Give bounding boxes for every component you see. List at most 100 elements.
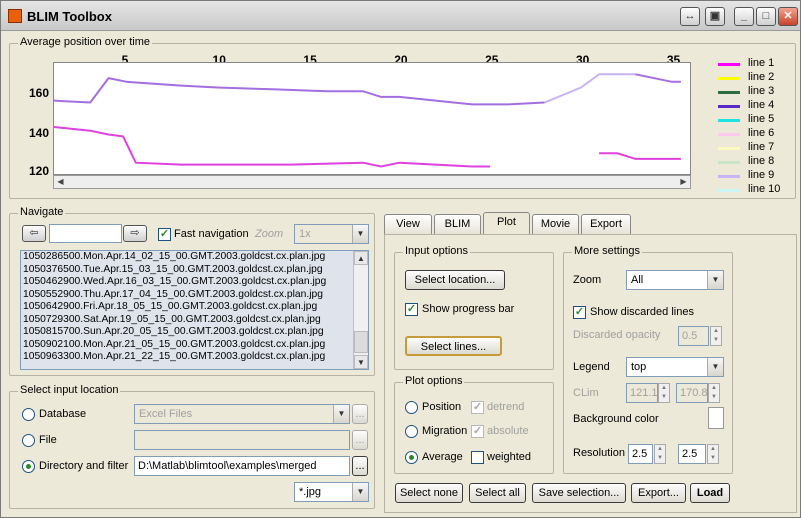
maximize-button[interactable]: □ bbox=[756, 7, 776, 26]
clim-label: CLim bbox=[573, 387, 599, 399]
detrend-checkbox[interactable]: ✓ bbox=[471, 401, 484, 414]
file-radio[interactable] bbox=[22, 434, 35, 447]
position-radio[interactable] bbox=[405, 401, 418, 414]
position-label: Position bbox=[422, 401, 462, 413]
fast-navigation-checkbox[interactable]: ✓ bbox=[158, 228, 171, 241]
plot-area[interactable] bbox=[53, 62, 691, 175]
select-location-button[interactable]: Select location... bbox=[405, 270, 505, 290]
tab-blim[interactable]: BLIM bbox=[434, 214, 481, 235]
tab-movie[interactable]: Movie bbox=[532, 214, 579, 235]
navigate-position-field[interactable] bbox=[49, 224, 122, 243]
scroll-thumb[interactable] bbox=[354, 331, 368, 353]
export-button[interactable]: Export... bbox=[631, 483, 686, 503]
resolution-b-spinner[interactable]: ▲ ▼ bbox=[707, 444, 719, 464]
legend-label: line 2 bbox=[748, 71, 775, 83]
zoom-setting-select[interactable]: All ▼ bbox=[626, 270, 724, 290]
filter-select[interactable]: *.jpg ▼ bbox=[294, 482, 369, 502]
zoom-label: Zoom bbox=[255, 228, 284, 240]
clim-min-field[interactable]: 121.1 bbox=[626, 383, 658, 403]
database-select[interactable]: Excel Files ▼ bbox=[134, 404, 350, 424]
legend-swatch bbox=[718, 161, 740, 164]
opacity-spinner[interactable]: ▲ ▼ bbox=[710, 326, 722, 346]
legend-item: line 10 bbox=[718, 183, 801, 197]
legend-swatch bbox=[718, 77, 740, 80]
list-item[interactable]: 1050642900.Fri.Apr.18_05_15_00.GMT.2003.… bbox=[21, 301, 368, 314]
clim-min-spinner[interactable]: ▲ ▼ bbox=[658, 383, 670, 403]
save-selection-button[interactable]: Save selection... bbox=[532, 483, 626, 503]
directory-radio[interactable] bbox=[22, 460, 35, 473]
file-list-scrollbar[interactable]: ▲ ▼ bbox=[353, 251, 368, 369]
tab-view[interactable]: View bbox=[384, 214, 432, 235]
migration-radio[interactable] bbox=[405, 425, 418, 438]
legend-label: line 1 bbox=[748, 57, 775, 69]
show-discarded-checkbox[interactable]: ✓ bbox=[573, 306, 586, 319]
list-item[interactable]: 1050286500.Mon.Apr.14_02_15_00.GMT.2003.… bbox=[21, 251, 368, 264]
dock-button[interactable]: ▣ bbox=[705, 7, 725, 26]
clim-max-field[interactable]: 170.8 bbox=[676, 383, 708, 403]
file-listbox[interactable]: 1050286500.Mon.Apr.14_02_15_00.GMT.2003.… bbox=[20, 250, 369, 370]
list-item[interactable]: 1050902100.Mon.Apr.21_05_15_00.GMT.2003.… bbox=[21, 338, 368, 351]
select-lines-button[interactable]: Select lines... bbox=[405, 336, 502, 356]
series-line bbox=[544, 73, 636, 104]
scroll-left-icon[interactable]: ◀ bbox=[54, 176, 67, 188]
list-item[interactable]: 1050462900.Wed.Apr.16_03_15_00.GMT.2003.… bbox=[21, 276, 368, 289]
database-radio[interactable] bbox=[22, 408, 35, 421]
show-progress-checkbox[interactable]: ✓ bbox=[405, 303, 418, 316]
directory-browse-button[interactable]: ... bbox=[352, 456, 368, 476]
line-chart bbox=[53, 73, 681, 168]
clim-max-spinner[interactable]: ▲ ▼ bbox=[708, 383, 720, 403]
file-label: File bbox=[39, 434, 57, 446]
list-item[interactable]: 1050815700.Sun.Apr.20_05_15_00.GMT.2003.… bbox=[21, 326, 368, 339]
resolution-a-spinner[interactable]: ▲ ▼ bbox=[654, 444, 666, 464]
load-button[interactable]: Load bbox=[690, 483, 730, 503]
scroll-down-icon[interactable]: ▼ bbox=[354, 355, 368, 369]
select-all-button[interactable]: Select all bbox=[469, 483, 526, 503]
resolution-field-a[interactable]: 2.5 bbox=[628, 444, 653, 464]
legend-swatch bbox=[718, 119, 740, 122]
legend-setting-value: top bbox=[631, 361, 647, 373]
database-browse-button[interactable]: ... bbox=[352, 404, 368, 424]
legend-item: line 3 bbox=[718, 85, 801, 99]
directory-path-field[interactable]: D:\Matlab\blimtool\examples\merged bbox=[134, 456, 350, 476]
average-radio[interactable] bbox=[405, 451, 418, 464]
show-discarded-label: Show discarded lines bbox=[590, 306, 694, 318]
y-tick-label: 140 bbox=[29, 126, 50, 140]
next-button[interactable]: ⇨ bbox=[123, 225, 147, 242]
absolute-checkbox[interactable]: ✓ bbox=[471, 425, 484, 438]
previous-button[interactable]: ⇦ bbox=[22, 225, 46, 242]
tab-plot[interactable]: Plot bbox=[483, 212, 530, 235]
close-button[interactable]: ✕ bbox=[778, 7, 798, 26]
discarded-opacity-field[interactable]: 0.5 bbox=[678, 326, 709, 346]
list-item[interactable]: 1050552900.Thu.Apr.17_04_15_00.GMT.2003.… bbox=[21, 288, 368, 301]
app-window: BLIM Toolbox ↔ ▣ _ □ ✕ Average position … bbox=[0, 0, 801, 518]
legend-item: line 2 bbox=[718, 71, 801, 85]
navigate-group-label: Navigate bbox=[18, 206, 66, 218]
minimize-button[interactable]: _ bbox=[734, 7, 754, 26]
y-tick-label: 120 bbox=[29, 164, 50, 178]
tab-export[interactable]: Export bbox=[581, 214, 631, 235]
list-item[interactable]: 1050376500.Tue.Apr.15_03_15_00.GMT.2003.… bbox=[21, 263, 368, 276]
show-progress-label: Show progress bar bbox=[422, 303, 515, 315]
undock-button[interactable]: ↔ bbox=[680, 7, 700, 26]
background-color-swatch[interactable] bbox=[708, 407, 724, 429]
weighted-checkbox[interactable] bbox=[471, 451, 484, 464]
plot-horizontal-scrollbar[interactable]: ◀ ▶ bbox=[53, 175, 691, 189]
list-item[interactable]: 1050729300.Sat.Apr.19_05_15_00.GMT.2003.… bbox=[21, 313, 368, 326]
resolution-label: Resolution bbox=[573, 447, 625, 459]
scroll-up-icon[interactable]: ▲ bbox=[354, 251, 368, 265]
absolute-label: absolute bbox=[487, 425, 529, 437]
title-bar: BLIM Toolbox ↔ ▣ _ □ ✕ bbox=[1, 1, 800, 31]
legend-label: line 8 bbox=[748, 155, 775, 167]
navigate-zoom-select[interactable]: 1x ▼ bbox=[294, 224, 369, 244]
file-path-field[interactable] bbox=[134, 430, 350, 450]
series-line bbox=[53, 76, 545, 106]
scroll-right-icon[interactable]: ▶ bbox=[677, 176, 690, 188]
chevron-down-icon: ▼ bbox=[352, 483, 368, 501]
resolution-field-b[interactable]: 2.5 bbox=[678, 444, 706, 464]
legend-setting-select[interactable]: top ▼ bbox=[626, 357, 724, 377]
file-list: 1050286500.Mon.Apr.14_02_15_00.GMT.2003.… bbox=[21, 251, 368, 364]
select-none-button[interactable]: Select none bbox=[395, 483, 463, 503]
database-label: Database bbox=[39, 408, 87, 420]
list-item[interactable]: 1050963300.Mon.Apr.21_22_15_00.GMT.2003.… bbox=[21, 351, 368, 364]
file-browse-button[interactable]: ... bbox=[352, 430, 368, 450]
